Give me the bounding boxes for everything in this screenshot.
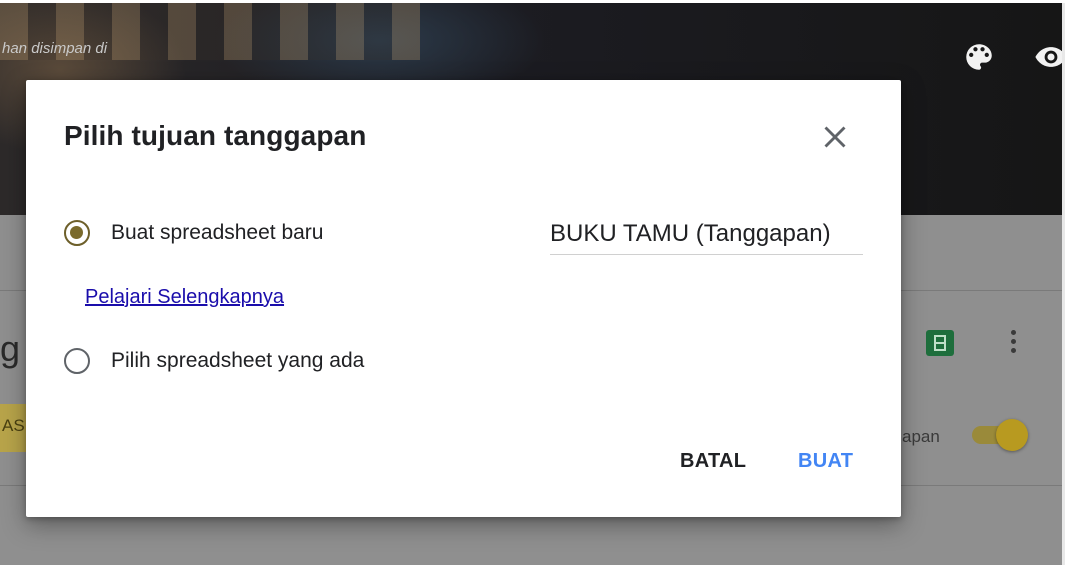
toggle-knob[interactable] bbox=[996, 419, 1028, 451]
close-icon[interactable] bbox=[818, 120, 852, 154]
palette-icon[interactable] bbox=[962, 40, 996, 79]
learn-more-link[interactable]: Pelajari Selengkapnya bbox=[85, 286, 284, 309]
radio-button[interactable] bbox=[64, 348, 90, 374]
sheets-icon[interactable] bbox=[926, 330, 954, 356]
dialog-title: Pilih tujuan tanggapan bbox=[64, 120, 367, 151]
partial-tab[interactable]: AS bbox=[0, 404, 26, 452]
option-label: Pilih spreadsheet yang ada bbox=[111, 349, 365, 372]
accept-responses-label: apan bbox=[902, 427, 940, 446]
partial-tab-label: AS bbox=[2, 416, 25, 435]
radio-button-selected[interactable] bbox=[64, 220, 90, 246]
partial-heading-text: g bbox=[0, 328, 21, 369]
window-edge bbox=[0, 0, 1065, 3]
header-caption: han disimpan di bbox=[2, 40, 108, 57]
response-destination-dialog: Pilih tujuan tanggapan Buat spreadsheet … bbox=[26, 80, 901, 517]
option-label: Buat spreadsheet baru bbox=[111, 221, 324, 244]
option-existing-spreadsheet[interactable]: Pilih spreadsheet yang ada bbox=[64, 348, 364, 374]
option-new-spreadsheet[interactable]: Buat spreadsheet baru bbox=[64, 220, 323, 246]
create-button[interactable]: BUAT bbox=[798, 450, 853, 473]
spreadsheet-name-input[interactable] bbox=[550, 214, 863, 255]
cancel-button[interactable]: BATAL bbox=[680, 450, 746, 473]
more-vert-icon[interactable] bbox=[1011, 330, 1017, 357]
eye-icon[interactable] bbox=[1034, 40, 1065, 79]
